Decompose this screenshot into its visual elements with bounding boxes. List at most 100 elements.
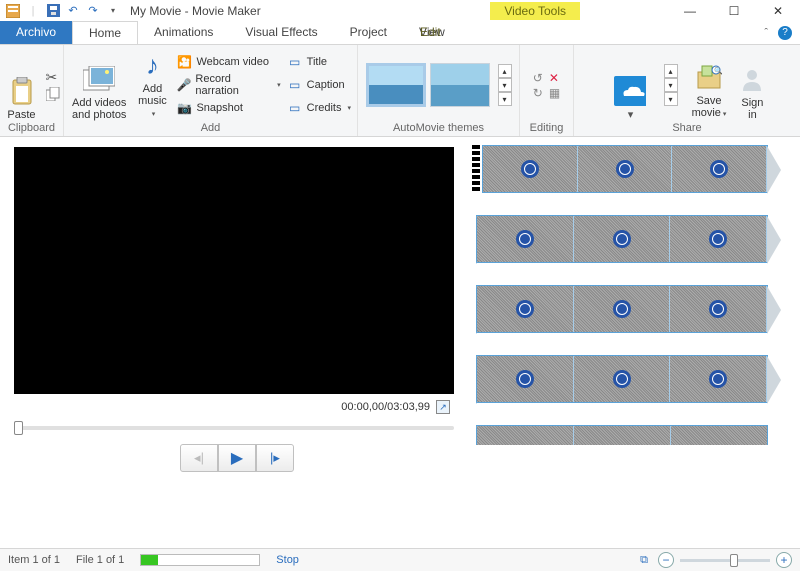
- video-preview[interactable]: [14, 147, 454, 394]
- tab-project[interactable]: Project: [334, 21, 403, 44]
- group-automovie-label: AutoMovie themes: [393, 121, 484, 134]
- play-button[interactable]: ▶: [218, 444, 256, 472]
- clip-end-icon: [767, 356, 781, 404]
- music-note-icon: ♪: [136, 49, 168, 81]
- ribbon-right-controls: ˆ ?: [764, 21, 800, 44]
- select-all-icon[interactable]: ▦: [549, 86, 560, 100]
- sign-in-button[interactable]: Sign in: [734, 49, 770, 121]
- group-add: Add videos and photos ♪ Add music▾ 🎦Webc…: [64, 45, 358, 136]
- close-button[interactable]: ✕: [756, 0, 800, 21]
- timeline-pane[interactable]: [470, 137, 800, 548]
- share-onedrive-button[interactable]: ▾: [604, 49, 656, 121]
- tab-file[interactable]: Archivo: [0, 21, 72, 44]
- copy-icon[interactable]: [46, 87, 60, 101]
- svg-text:🔍: 🔍: [714, 66, 722, 75]
- theme-item-1[interactable]: [366, 63, 426, 107]
- tab-animations[interactable]: Animations: [138, 21, 229, 44]
- status-bar: Item 1 of 1 File 1 of 1 Stop ⧉ − +: [0, 548, 800, 571]
- record-narration-button[interactable]: 🎤Record narration▾: [176, 74, 280, 96]
- snapshot-label: Snapshot: [196, 102, 242, 114]
- redo-icon[interactable]: ↷: [84, 2, 102, 20]
- separator: |: [24, 2, 42, 20]
- webcam-video-button[interactable]: 🎦Webcam video: [176, 51, 280, 73]
- rotate-left-icon[interactable]: ↺: [533, 71, 543, 85]
- seek-bar[interactable]: [14, 426, 454, 430]
- fullscreen-icon[interactable]: ↗: [436, 400, 450, 414]
- timecode-row: 00:00,00/03:03,99 ↗: [14, 394, 454, 418]
- add-column-1: 🎦Webcam video 🎤Record narration▾ 📷Snapsh…: [176, 51, 280, 119]
- clock-icon: [709, 370, 727, 388]
- share-more-icon[interactable]: ▾: [664, 92, 678, 106]
- credits-button[interactable]: ▭Credits▾: [287, 97, 351, 119]
- share-gallery-nav: ▴ ▾ ▾: [664, 64, 678, 106]
- gallery-down-icon[interactable]: ▾: [498, 78, 512, 92]
- cut-icon[interactable]: ✂: [46, 69, 60, 86]
- timecode: 00:00,00/03:03,99: [341, 401, 430, 413]
- zoom-control: − +: [658, 552, 792, 568]
- share-up-icon[interactable]: ▴: [664, 64, 678, 78]
- caption-button[interactable]: ▭Caption: [287, 74, 351, 96]
- thumbnail-size-icon[interactable]: ⧉: [640, 554, 648, 567]
- collapse-ribbon-icon[interactable]: ˆ: [764, 27, 768, 39]
- workspace: 00:00,00/03:03,99 ↗ ◂| ▶ |▸: [0, 137, 800, 548]
- add-music-label: Add music: [138, 83, 167, 107]
- caption-icon: ▭: [287, 77, 303, 93]
- group-clipboard: Paste ✂ Clipboard: [0, 45, 64, 136]
- delete-icon[interactable]: ✕: [549, 71, 559, 85]
- theme-item-2[interactable]: [430, 63, 490, 107]
- snapshot-button[interactable]: 📷Snapshot: [176, 97, 280, 119]
- save-icon[interactable]: [44, 2, 62, 20]
- seek-thumb[interactable]: [14, 421, 23, 435]
- help-icon[interactable]: ?: [778, 26, 792, 40]
- credits-label: Credits: [307, 102, 342, 114]
- quick-access-toolbar: | ↶ ↷ ▾: [0, 2, 122, 20]
- clip-4[interactable]: [476, 355, 768, 403]
- clip-2[interactable]: [476, 215, 768, 263]
- next-frame-button[interactable]: |▸: [256, 444, 294, 472]
- clip-row-5: [472, 425, 798, 445]
- clip-5[interactable]: [476, 425, 768, 445]
- tab-visual-effects[interactable]: Visual Effects: [229, 21, 333, 44]
- preview-pane: 00:00,00/03:03,99 ↗ ◂| ▶ |▸: [0, 137, 470, 548]
- rotate-right-icon[interactable]: ↻: [533, 86, 543, 100]
- zoom-thumb[interactable]: [730, 554, 738, 567]
- gallery-more-icon[interactable]: ▾: [498, 92, 512, 106]
- app-icon[interactable]: [4, 2, 22, 20]
- sign-in-label: Sign in: [741, 95, 763, 121]
- prev-frame-button[interactable]: ◂|: [180, 444, 218, 472]
- share-down-icon[interactable]: ▾: [664, 78, 678, 92]
- playback-controls: ◂| ▶ |▸: [14, 444, 460, 472]
- maximize-button[interactable]: ☐: [712, 0, 756, 21]
- undo-icon[interactable]: ↶: [64, 2, 82, 20]
- clip-end-icon: [767, 146, 781, 194]
- tab-edit[interactable]: Edit: [398, 21, 463, 43]
- add-music-button[interactable]: ♪ Add music▾: [134, 49, 170, 121]
- window-controls: — ☐ ✕: [668, 0, 800, 21]
- save-movie-button[interactable]: 🔍 Save movie▾: [690, 49, 729, 121]
- filmstrip-icon: [472, 145, 480, 193]
- clock-icon: [516, 370, 534, 388]
- clip-1[interactable]: [482, 145, 768, 193]
- clock-icon: [709, 300, 727, 318]
- save-movie-label: Save movie: [692, 95, 722, 119]
- clipboard-smalls: ✂: [46, 69, 60, 101]
- clock-icon: [613, 230, 631, 248]
- clip-3[interactable]: [476, 285, 768, 333]
- status-file: File 1 of 1: [76, 554, 124, 566]
- record-label: Record narration: [195, 73, 271, 97]
- stop-button[interactable]: Stop: [276, 554, 299, 566]
- zoom-slider[interactable]: [680, 559, 770, 562]
- clock-icon: [616, 160, 634, 178]
- clip-end-icon: [767, 286, 781, 334]
- qat-dropdown-icon[interactable]: ▾: [104, 2, 122, 20]
- title-button[interactable]: ▭Title: [287, 51, 351, 73]
- tab-home[interactable]: Home: [72, 21, 138, 44]
- add-videos-button[interactable]: Add videos and photos: [70, 49, 128, 121]
- zoom-in-button[interactable]: +: [776, 552, 792, 568]
- group-clipboard-label: Clipboard: [8, 121, 55, 134]
- clock-icon: [710, 160, 728, 178]
- minimize-button[interactable]: —: [668, 0, 712, 21]
- paste-button[interactable]: Paste: [4, 49, 40, 121]
- zoom-out-button[interactable]: −: [658, 552, 674, 568]
- gallery-up-icon[interactable]: ▴: [498, 64, 512, 78]
